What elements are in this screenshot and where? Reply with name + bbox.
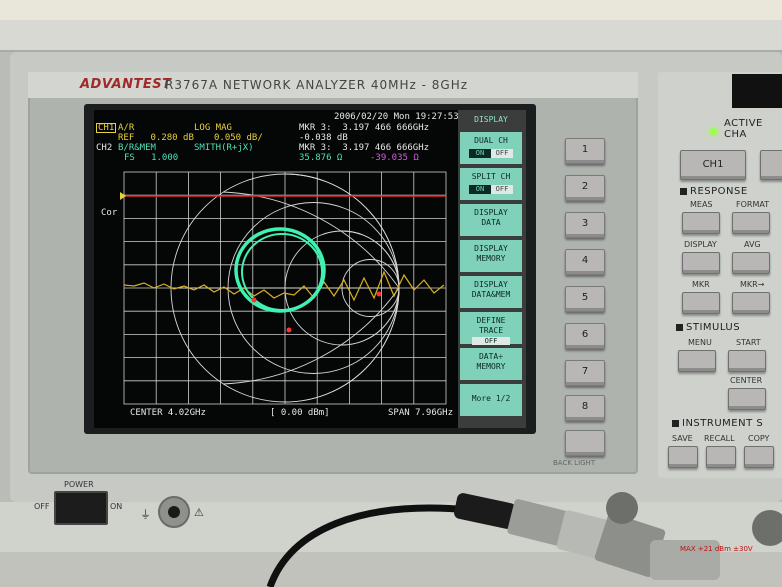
cable-assembly: [266, 492, 782, 587]
max-input-label: MAX +21 dBm ±30V: [680, 545, 753, 553]
